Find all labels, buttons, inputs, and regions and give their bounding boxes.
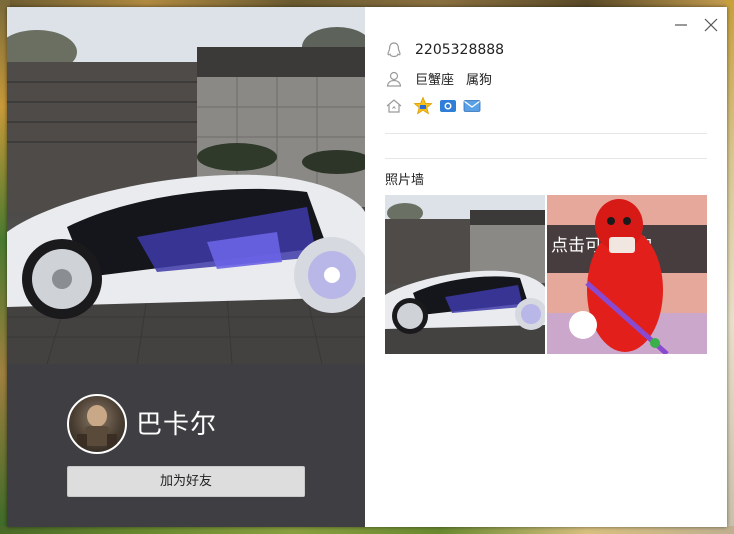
qq-number[interactable]: 2205328888: [415, 42, 504, 58]
photo-wall-title: 照片墙: [385, 173, 425, 188]
minimize-icon: [675, 24, 687, 26]
star-badge-icon[interactable]: [413, 96, 433, 116]
photo-badge-icon[interactable]: [439, 97, 457, 115]
mail-badge-icon[interactable]: [463, 97, 481, 115]
profile-card-dialog: 巴卡尔 加为好友 2205328888 巨蟹座 属狗 照片墙: [7, 7, 727, 527]
profile-left-panel: 巴卡尔 加为好友: [7, 7, 365, 527]
chinese-zodiac: 属狗: [466, 73, 493, 88]
background-window-right: [726, 0, 734, 534]
avatar-image: [77, 405, 117, 448]
background-window-bottom: [0, 526, 734, 534]
badge-row: [385, 96, 481, 116]
photo-car-image: [385, 195, 545, 354]
cover-photo: [7, 7, 365, 364]
qq-number-row: 2205328888: [385, 41, 504, 59]
zodiac-row: 巨蟹座 属狗: [385, 69, 492, 88]
avatar[interactable]: [67, 394, 127, 454]
add-friend-button[interactable]: 加为好友: [67, 466, 305, 497]
person-icon: [386, 71, 402, 87]
divider-bottom: [385, 158, 707, 159]
minimize-button[interactable]: [671, 15, 691, 35]
profile-right-panel: 2205328888 巨蟹座 属狗 照片墙: [365, 7, 727, 527]
photo-wall-item[interactable]: 点击可以开启: [547, 195, 707, 354]
home-icon[interactable]: [385, 97, 403, 115]
close-button[interactable]: [701, 15, 721, 35]
cover-car-illustration: [7, 7, 365, 364]
close-icon: [704, 18, 718, 32]
zodiac-sign: 巨蟹座: [415, 73, 455, 88]
divider-top: [385, 133, 707, 134]
nickname: 巴卡尔: [136, 410, 218, 440]
qq-penguin-icon: [387, 42, 401, 58]
photo-wall-item[interactable]: [385, 195, 545, 354]
photo-monster-image: 点击可以开启: [547, 195, 707, 354]
